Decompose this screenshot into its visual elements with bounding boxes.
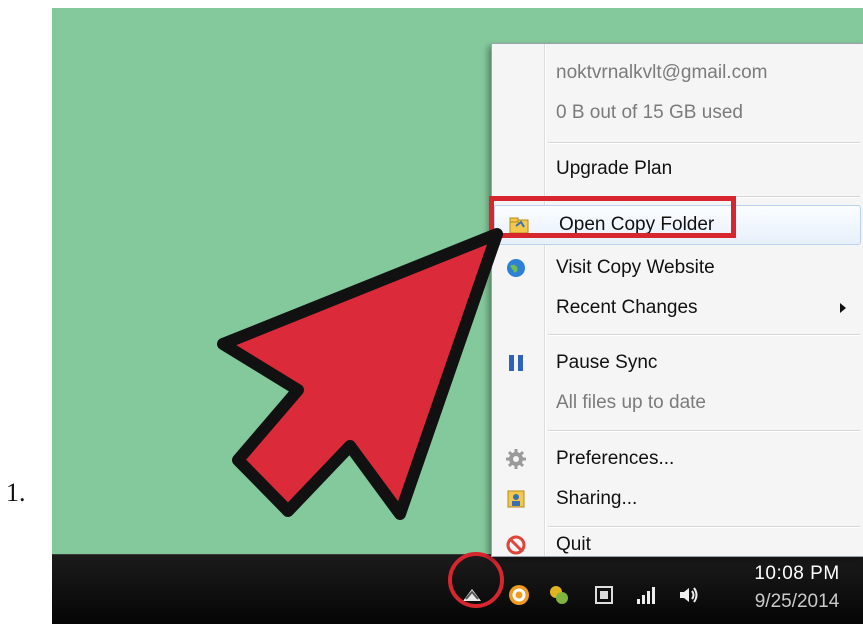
screenshot-frame: 10:08 PM 9/25/2014 noktvrnalkvlt@gmail.c… [52,8,863,624]
pointer-arrow-icon [217,228,503,520]
step-number: 1. [6,478,26,507]
